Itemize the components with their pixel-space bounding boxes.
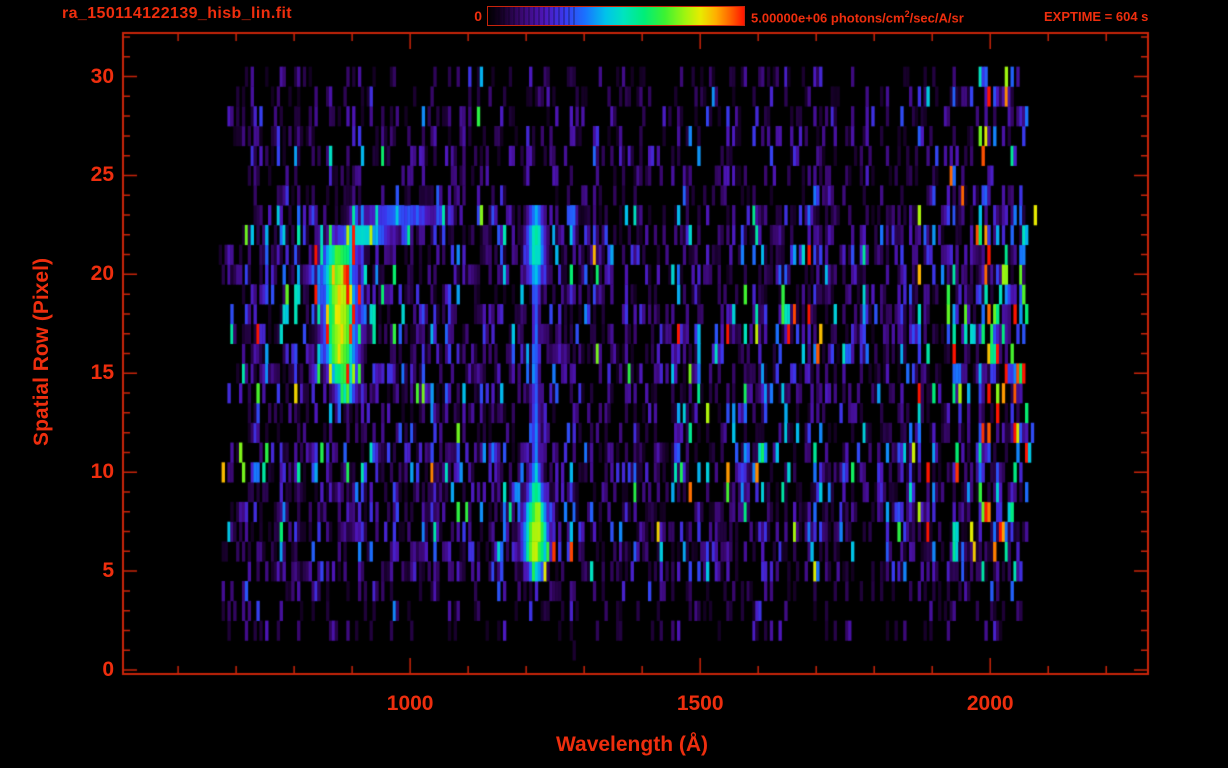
- x-tick-label-1000: 1000: [386, 692, 434, 715]
- x-axis-title: Wavelength (Å): [555, 733, 709, 756]
- y-tick-label-10: 10: [90, 460, 114, 484]
- y-tick-label-30: 30: [90, 64, 114, 88]
- y-tick-label-0: 0: [102, 658, 114, 682]
- y-tick-label-15: 15: [90, 361, 114, 385]
- spectrogram-viewer-window: ra_150114122139_hisb_lin.fit 0 5.00000e+…: [0, 0, 1228, 768]
- x-tick-label-1500: 1500: [676, 692, 724, 715]
- x-tick-label-2000: 2000: [966, 692, 1014, 715]
- y-tick-label-5: 5: [102, 559, 114, 583]
- y-tick-label-25: 25: [90, 163, 114, 187]
- spectral-image-canvas[interactable]: [0, 0, 1228, 768]
- y-axis-title: Spatial Row (Pixel): [30, 258, 53, 446]
- y-tick-label-20: 20: [90, 262, 114, 286]
